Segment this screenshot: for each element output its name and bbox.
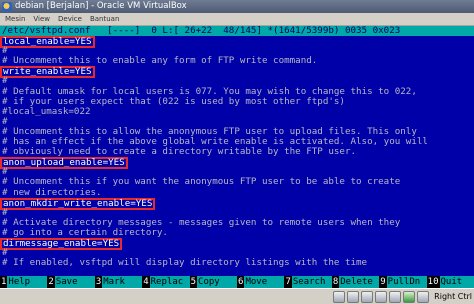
function-key-bar: 1 Help 2 Save 3 Mark 4 Replac 5 Copy 6 Move 7 Search 8…	[0, 276, 474, 288]
menu-bantuan[interactable]: Bantuan	[90, 13, 119, 25]
line-text: # obviously need to create a directory w…	[2, 146, 357, 158]
usb-icon[interactable]	[361, 290, 374, 303]
fkey-replac[interactable]: 4 Replac	[142, 276, 190, 288]
fkey-number: 6	[237, 276, 245, 288]
fkey-pulldn[interactable]: 9 PullDn	[379, 276, 427, 288]
config-line: anon_upload_enable=YES	[0, 157, 474, 170]
highlighted-setting: anon_mkdir_write_enable=YES	[0, 197, 156, 210]
fkey-delete[interactable]: 8 Delete	[331, 276, 380, 288]
fkey-label: PullDn	[386, 276, 427, 288]
fkey-label: Mark	[102, 276, 143, 288]
comment-line: # obviously need to create a directory w…	[0, 147, 474, 157]
vm-status-bar: Right Ctrl	[0, 288, 474, 304]
hard-disk-icon[interactable]	[333, 290, 346, 303]
fkey-move[interactable]: 6 Move	[237, 276, 285, 288]
comment-line: # If enabled, vsftpd will display direct…	[0, 258, 474, 268]
highlighted-setting: write_enable=YES	[0, 66, 95, 79]
fkey-label: Move	[244, 276, 285, 288]
fkey-number: 5	[189, 276, 198, 288]
highlighted-setting: dirmessage_enable=YES	[0, 237, 123, 250]
fkey-number: 10	[426, 276, 440, 288]
display-icon[interactable]	[389, 290, 402, 303]
config-line: local_enable=YES	[0, 36, 474, 49]
comment-line: # go into a certain directory.	[0, 226, 474, 238]
line-text: #local_umask=022	[2, 105, 91, 117]
editor-status-line: /etc/vsftpd.conf [----] 0 L:[ 26+22 48/1…	[0, 26, 474, 37]
fkey-label: Search	[291, 276, 332, 288]
window-title: debian [Berjalan] - Oracle VM VirtualBox	[15, 1, 187, 11]
highlighted-setting: local_enable=YES	[0, 36, 95, 49]
fkey-number: 4	[142, 276, 150, 288]
config-line: dirmessage_enable=YES	[0, 237, 474, 250]
window-titlebar[interactable]: debian [Berjalan] - Oracle VM VirtualBox	[0, 0, 474, 13]
fkey-label: Copy	[197, 276, 238, 288]
line-text: # Uncomment this to enable any form of F…	[2, 55, 318, 67]
fkey-label: Replac	[149, 276, 190, 288]
fkey-help[interactable]: 1 Help	[0, 276, 48, 288]
editor-content[interactable]: local_enable=YES # # Uncomment this to ena…	[0, 36, 474, 268]
fkey-label: Delete	[339, 276, 380, 288]
optical-drive-icon[interactable]	[347, 290, 360, 303]
menu-view[interactable]: View	[33, 13, 50, 25]
menu-device[interactable]: Device	[58, 13, 82, 25]
fkey-search[interactable]: 7 Search	[284, 276, 332, 288]
fkey-number: 9	[379, 276, 387, 288]
mouse-integration-icon[interactable]	[417, 290, 430, 303]
guest-terminal[interactable]: /etc/vsftpd.conf [----] 0 L:[ 26+22 48/1…	[0, 26, 474, 286]
fkey-label: Help	[7, 276, 48, 288]
fkey-quit[interactable]: 10 Quit	[426, 276, 474, 288]
fkey-copy[interactable]: 5 Copy	[189, 276, 238, 288]
fkey-mark[interactable]: 3 Mark	[94, 276, 143, 288]
fkey-number: 7	[284, 276, 292, 288]
fkey-number: 3	[94, 276, 103, 288]
comment-line: # Uncomment this to enable any form of F…	[0, 56, 474, 66]
comment-line: # new directories.	[0, 186, 474, 198]
fkey-save[interactable]: 2 Save	[47, 276, 95, 288]
host-key-label: Right Ctrl	[434, 292, 472, 301]
line-text: # go into a certain directory.	[2, 226, 168, 238]
line-text: # new directories.	[2, 186, 102, 198]
shared-folder-icon[interactable]	[375, 290, 388, 303]
fkey-number: 2	[47, 276, 55, 288]
config-line: anon_mkdir_write_enable=YES	[0, 197, 474, 210]
config-line: write_enable=YES	[0, 66, 474, 79]
highlighted-setting: anon_upload_enable=YES	[0, 157, 128, 170]
menu-mesin[interactable]: Mesin	[5, 13, 25, 25]
virtualbox-icon	[2, 1, 12, 12]
fkey-label: Save	[54, 276, 95, 288]
menu-bar: Mesin View Device Bantuan	[0, 13, 474, 26]
fkey-number: 1	[0, 276, 8, 288]
comment-line: #local_umask=022	[0, 105, 474, 117]
network-icon[interactable]	[403, 290, 416, 303]
line-text: # If enabled, vsftpd will display direct…	[2, 257, 368, 269]
fkey-number: 8	[331, 276, 340, 288]
fkey-label: Quit	[439, 276, 474, 288]
